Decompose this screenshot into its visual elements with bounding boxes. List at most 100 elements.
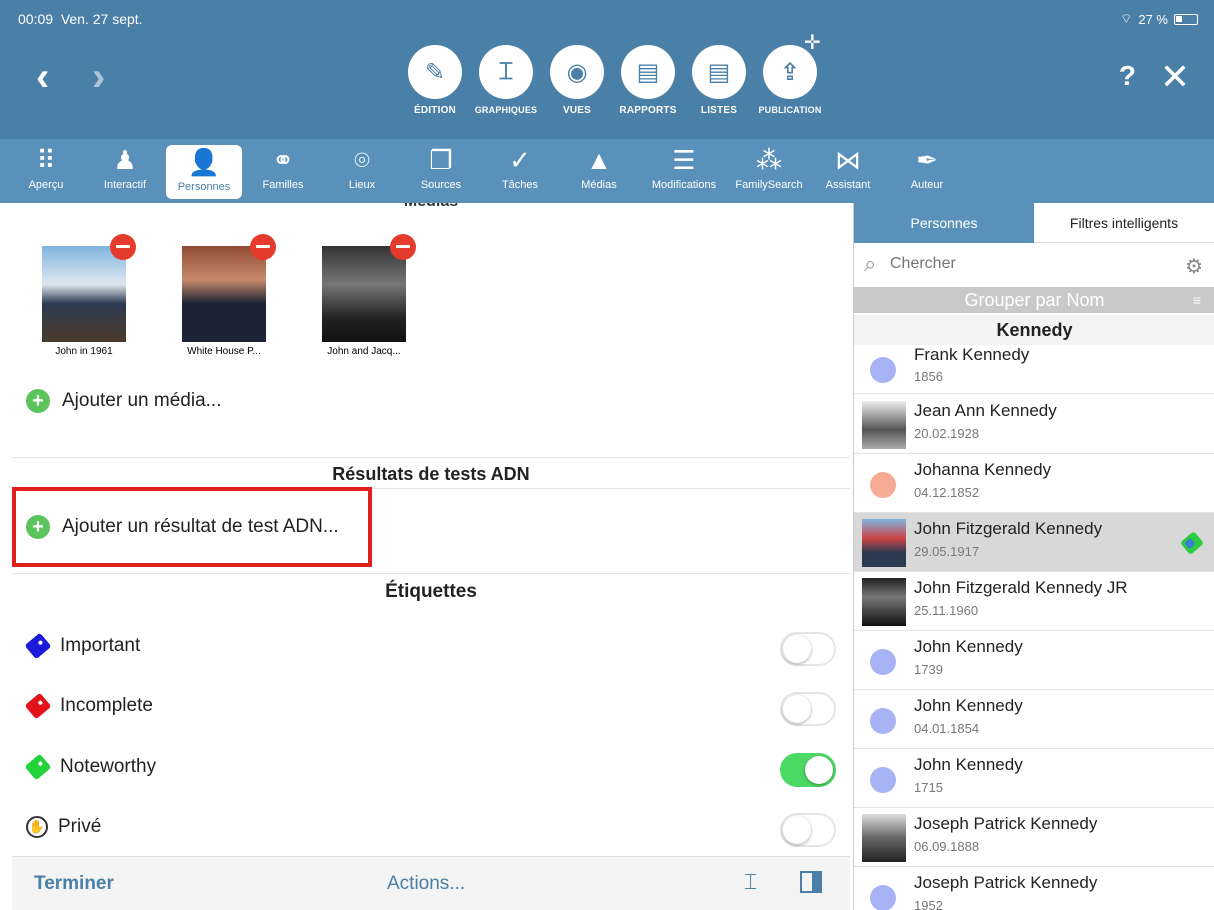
actions-button[interactable]: Actions... bbox=[387, 873, 465, 895]
sidebar-toggle-icon[interactable] bbox=[800, 871, 822, 893]
tag-icon bbox=[24, 632, 52, 660]
mode-publication[interactable]: ⇪ PUBLICATION bbox=[755, 45, 825, 116]
add-dna-result-button[interactable]: + Ajouter un résultat de test ADN... bbox=[26, 515, 339, 539]
mode-edition[interactable]: ✎ ÉDITION bbox=[400, 45, 470, 116]
add-media-button[interactable]: + Ajouter un média... bbox=[26, 389, 221, 413]
tool-sources[interactable]: ❐ Sources bbox=[403, 139, 479, 199]
tool-label: Assistant bbox=[825, 179, 871, 191]
tool-label: Auteur bbox=[910, 179, 944, 191]
male-avatar-icon bbox=[870, 649, 896, 675]
tool-medias[interactable]: ▲ Médias bbox=[561, 139, 637, 199]
tool-familysearch[interactable]: ⁂ FamilySearch bbox=[731, 139, 807, 199]
media-caption: White House P... bbox=[187, 346, 261, 357]
date: Ven. 27 sept. bbox=[60, 11, 143, 27]
important-toggle[interactable] bbox=[780, 632, 836, 666]
person-list-sidebar: Personnes Filtres intelligents ⌕ ⚙ Group… bbox=[853, 203, 1214, 910]
status-time: 00:09 Ven. 27 sept. bbox=[18, 11, 143, 27]
media-item[interactable]: John in 1961 bbox=[22, 234, 146, 357]
mode-label: GRAPHIQUES bbox=[474, 105, 538, 115]
tool-modifications[interactable]: ☰ Modifications bbox=[640, 139, 728, 199]
tool-interactif[interactable]: ♟ Interactif bbox=[87, 139, 163, 199]
familysearch-icon: ⁂ bbox=[756, 145, 782, 175]
person-date: 04.01.1854 bbox=[914, 721, 980, 736]
person-row[interactable]: John Kennedy 1715 bbox=[854, 749, 1214, 808]
mode-vues[interactable]: ◉ VUES bbox=[542, 45, 612, 116]
back-arrow-icon[interactable]: ‹ bbox=[36, 57, 49, 97]
media-photo[interactable] bbox=[322, 246, 406, 342]
noteworthy-toggle[interactable] bbox=[780, 753, 836, 787]
tool-personnes[interactable]: 👤 Personnes bbox=[166, 145, 242, 199]
tool-label: Aperçu bbox=[28, 179, 64, 191]
person-row[interactable]: Joseph Patrick Kennedy 06.09.1888 bbox=[854, 808, 1214, 867]
status-indicators: ⌔ 27 % bbox=[1120, 11, 1198, 27]
media-item[interactable]: White House P... bbox=[162, 234, 286, 357]
person-photo bbox=[862, 578, 906, 626]
tool-label: Lieux bbox=[348, 179, 376, 191]
person-icon: 👤 bbox=[187, 147, 221, 177]
person-name: Frank Kennedy bbox=[914, 345, 1030, 364]
list-icon: ▤ bbox=[692, 45, 746, 99]
tool-taches[interactable]: ✓ Tâches bbox=[482, 139, 558, 199]
report-icon: ▤ bbox=[621, 45, 675, 99]
plus-circle-icon: + bbox=[26, 515, 50, 539]
group-by-bar[interactable]: Grouper par Nom ≡ bbox=[854, 287, 1214, 313]
tag-icon bbox=[24, 692, 52, 720]
mode-label: ÉDITION bbox=[414, 105, 456, 116]
search-bar: ⌕ ⚙ bbox=[854, 245, 1214, 285]
person-row[interactable]: Joseph Patrick Kennedy 1952 bbox=[854, 867, 1214, 910]
mode-graphiques[interactable]: ⌶ GRAPHIQUES bbox=[471, 45, 541, 116]
tool-label: Interactif bbox=[103, 179, 147, 191]
tool-assistant[interactable]: ⋈ Assistant bbox=[810, 139, 886, 199]
tree-view-icon[interactable]: ⌶ bbox=[744, 869, 757, 895]
tab-filtres-intelligents[interactable]: Filtres intelligents bbox=[1034, 203, 1214, 243]
male-avatar-icon bbox=[870, 708, 896, 734]
person-row[interactable]: Johanna Kennedy 04.12.1852 bbox=[854, 454, 1214, 513]
person-photo bbox=[862, 519, 906, 567]
mode-switcher: ✎ ÉDITION ⌶ GRAPHIQUES ◉ VUES ▤ RAPPORTS… bbox=[400, 45, 826, 116]
forward-arrow-icon[interactable]: › bbox=[92, 57, 105, 97]
incomplete-toggle[interactable] bbox=[780, 692, 836, 726]
remove-media-icon[interactable] bbox=[250, 234, 276, 260]
person-date: 1715 bbox=[914, 780, 943, 795]
gear-icon[interactable]: ⚙ bbox=[1185, 254, 1203, 279]
person-name: Johanna Kennedy bbox=[914, 460, 1052, 479]
tool-auteur[interactable]: ✒ Auteur bbox=[889, 139, 965, 199]
bottom-bar: Terminer Actions... ⌶ bbox=[12, 856, 850, 910]
person-row[interactable]: Frank Kennedy 1856 bbox=[854, 345, 1214, 394]
person-row[interactable]: Jean Ann Kennedy 20.02.1928 bbox=[854, 395, 1214, 454]
close-button[interactable]: ✕ bbox=[1160, 56, 1190, 98]
person-name: Joseph Patrick Kennedy bbox=[914, 873, 1098, 892]
chart-icon: ⌶ bbox=[479, 45, 533, 99]
person-row[interactable]: John Kennedy 04.01.1854 bbox=[854, 690, 1214, 749]
mode-rapports[interactable]: ▤ RAPPORTS bbox=[613, 45, 683, 116]
person-row[interactable]: John Kennedy 1739 bbox=[854, 631, 1214, 690]
tool-familles[interactable]: ⚭ Familles bbox=[245, 139, 321, 199]
person-name: John Kennedy bbox=[914, 755, 1023, 774]
person-row[interactable]: John Fitzgerald Kennedy JR 25.11.1960 bbox=[854, 572, 1214, 631]
person-name: John Fitzgerald Kennedy bbox=[914, 519, 1103, 538]
person-row-selected[interactable]: John Fitzgerald Kennedy 29.05.1917 bbox=[854, 513, 1214, 572]
done-button[interactable]: Terminer bbox=[34, 873, 114, 895]
media-caption: John in 1961 bbox=[55, 346, 113, 357]
search-input[interactable] bbox=[890, 255, 1160, 273]
help-button[interactable]: ? bbox=[1119, 60, 1136, 92]
person-date: 1952 bbox=[914, 898, 943, 910]
media-photo[interactable] bbox=[42, 246, 126, 342]
list-icon: ☰ bbox=[672, 145, 696, 175]
remove-media-icon[interactable] bbox=[390, 234, 416, 260]
person-photo bbox=[862, 814, 906, 862]
prive-toggle[interactable] bbox=[780, 813, 836, 847]
remove-media-icon[interactable] bbox=[110, 234, 136, 260]
section-header: Kennedy bbox=[854, 315, 1214, 345]
tab-personnes[interactable]: Personnes bbox=[854, 203, 1034, 243]
tool-apercu[interactable]: ⠿ Aperçu bbox=[8, 139, 84, 199]
sort-icon[interactable]: ≡ bbox=[1193, 287, 1201, 313]
mode-label: PUBLICATION bbox=[758, 105, 822, 115]
media-list: John in 1961 White House P... John and J… bbox=[22, 234, 442, 357]
tags-icon bbox=[1179, 531, 1205, 555]
media-item[interactable]: John and Jacq... bbox=[302, 234, 426, 357]
media-caption: John and Jacq... bbox=[327, 346, 401, 357]
mode-listes[interactable]: ▤ LISTES bbox=[684, 45, 754, 116]
media-photo[interactable] bbox=[182, 246, 266, 342]
tool-lieux[interactable]: ⌾ Lieux bbox=[324, 139, 400, 199]
